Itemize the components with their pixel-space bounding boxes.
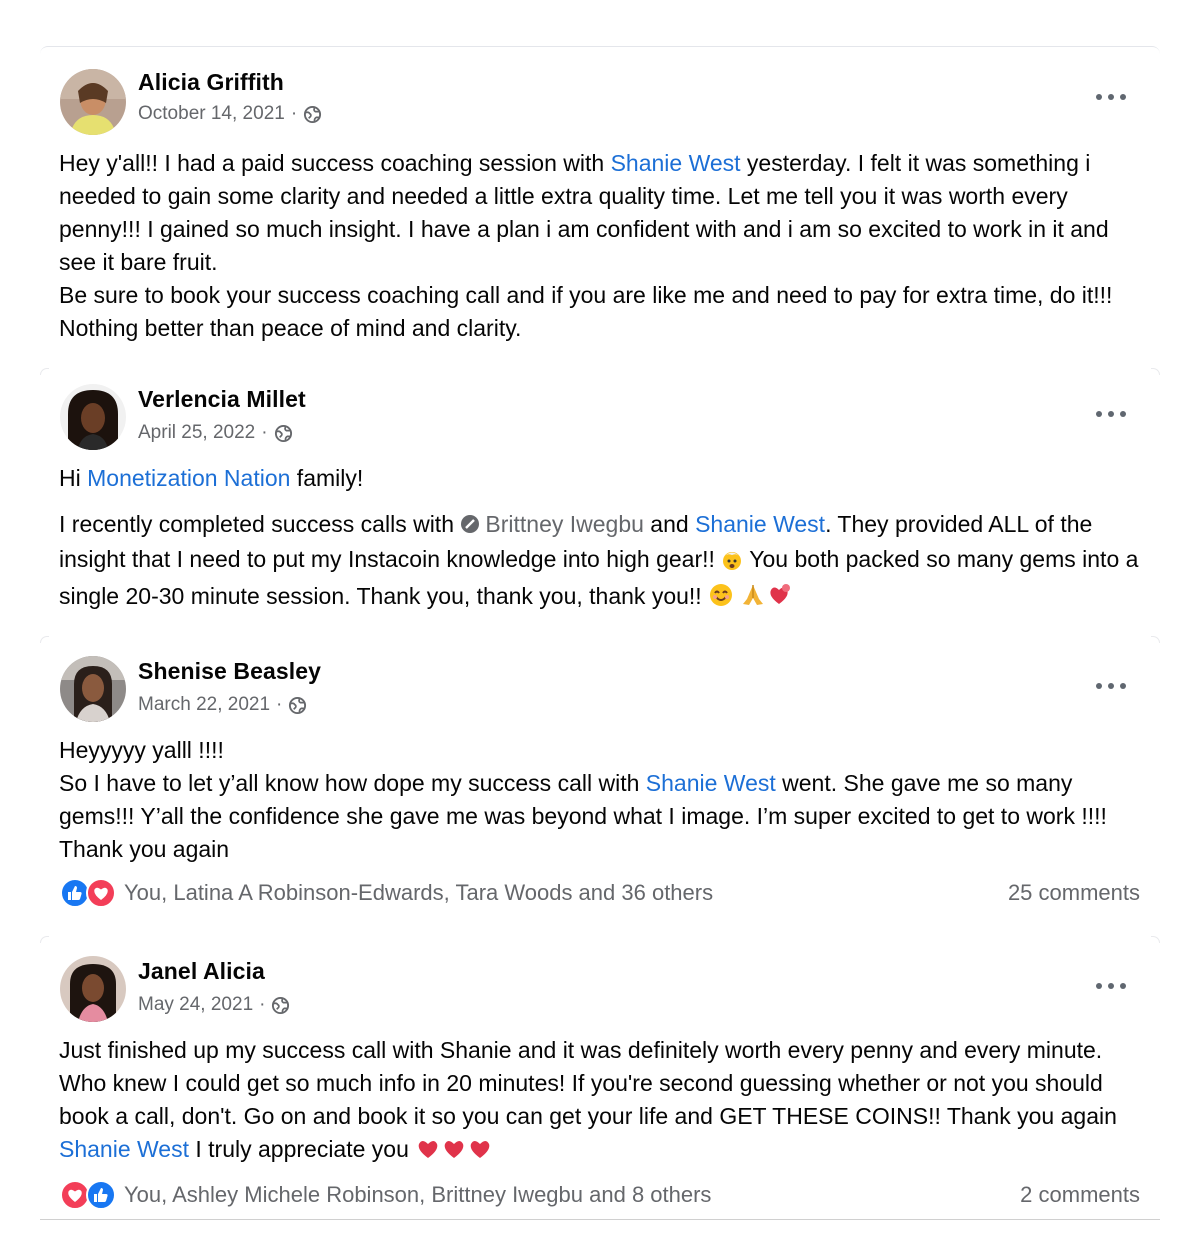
more-options-icon[interactable] [1096, 976, 1126, 996]
author-name[interactable]: Janel Alicia [138, 958, 265, 985]
post-paragraph: I recently completed success calls with … [59, 508, 1144, 617]
post-paragraph: So I have to let y’all know how dope my … [59, 770, 1107, 862]
like-reaction-icon [86, 1180, 116, 1210]
author-name[interactable]: Shenise Beasley [138, 658, 321, 685]
avatar[interactable] [60, 384, 126, 450]
globe-icon[interactable] [274, 424, 293, 443]
post-date[interactable]: March 22, 2021 [138, 694, 270, 716]
exploding-head-emoji-icon [721, 547, 743, 580]
reactions-bar: You, Ashley Michele Robinson, Brittney I… [60, 1178, 1140, 1212]
avatar[interactable] [60, 656, 126, 722]
red-hearts-emoji-icon [415, 1135, 493, 1170]
more-options-icon[interactable] [1096, 87, 1126, 107]
reaction-icons[interactable] [60, 878, 116, 908]
reaction-icons[interactable] [60, 1180, 116, 1210]
post-meta: October 14, 2021 · [138, 103, 322, 125]
post-paragraph: Be sure to book your success coaching ca… [59, 282, 1113, 341]
smiling-face-emoji-icon [708, 582, 734, 617]
globe-icon[interactable] [271, 996, 290, 1015]
avatar[interactable] [60, 69, 126, 135]
globe-icon[interactable] [303, 105, 322, 124]
card-corner [40, 636, 49, 643]
card-corner [1151, 368, 1160, 375]
love-reaction-icon [86, 878, 116, 908]
author-name[interactable]: Verlencia Millet [138, 386, 306, 413]
reactions-summary[interactable]: You, Latina A Robinson-Edwards, Tara Woo… [124, 880, 1008, 906]
globe-icon[interactable] [288, 696, 307, 715]
post-body: Hey y'all!! I had a paid success coachin… [59, 147, 1144, 345]
post-body: Hi Monetization Nation family! I recentl… [59, 462, 1144, 617]
mention-link[interactable]: Brittney Iwegbu [485, 511, 644, 537]
post-card: Janel Alicia May 24, 2021 · Just finishe… [40, 936, 1160, 1220]
author-name[interactable]: Alicia Griffith [138, 69, 284, 96]
card-corner [1151, 936, 1160, 943]
mention-link[interactable]: Shanie West [59, 1136, 189, 1162]
mention-link[interactable]: Shanie West [646, 770, 776, 796]
post-paragraph: Hey y'all!! I had a paid success coachin… [59, 150, 1109, 275]
reactions-bar: You, Latina A Robinson-Edwards, Tara Woo… [60, 876, 1140, 910]
avatar[interactable] [60, 956, 126, 1022]
post-date[interactable]: May 24, 2021 [138, 994, 253, 1016]
more-options-icon[interactable] [1096, 676, 1126, 696]
heart-exclamation-emoji-icon [766, 582, 792, 617]
post-date[interactable]: April 25, 2022 [138, 422, 255, 444]
post-meta: May 24, 2021 · [138, 994, 290, 1016]
post-date[interactable]: October 14, 2021 [138, 103, 285, 125]
post-meta: April 25, 2022 · [138, 422, 293, 444]
post-body: Just finished up my success call with Sh… [59, 1034, 1144, 1170]
folded-hands-emoji-icon [740, 582, 766, 617]
card-corner [1151, 636, 1160, 643]
reactions-summary[interactable]: You, Ashley Michele Robinson, Brittney I… [124, 1182, 1020, 1208]
meta-separator: · [261, 422, 268, 443]
card-corner [40, 936, 49, 943]
comments-count[interactable]: 2 comments [1020, 1182, 1140, 1208]
post-card: Shenise Beasley March 22, 2021 · Heyyyyy… [40, 636, 1160, 936]
post-paragraph: Heyyyyy yalll !!!! [59, 737, 224, 763]
post-meta: March 22, 2021 · [138, 694, 307, 716]
meta-separator: · [259, 994, 266, 1015]
post-card: Alicia Griffith October 14, 2021 · Hey y… [40, 46, 1160, 368]
group-link[interactable]: Monetization Nation [87, 465, 290, 491]
card-corner [40, 368, 49, 375]
mention-link[interactable]: Shanie West [695, 511, 825, 537]
post-paragraph: Just finished up my success call with Sh… [59, 1034, 1144, 1170]
post-card: Verlencia Millet April 25, 2022 · Hi Mon… [40, 368, 1160, 636]
mention-link[interactable]: Shanie West [611, 150, 741, 176]
meta-separator: · [290, 103, 298, 124]
post-body: Heyyyyy yalll !!!! So I have to let y’al… [59, 734, 1144, 866]
more-options-icon[interactable] [1096, 404, 1126, 424]
comments-count[interactable]: 25 comments [1008, 880, 1140, 906]
meta-separator: · [276, 694, 283, 715]
post-paragraph: Hi Monetization Nation family! [59, 465, 364, 491]
verified-badge-icon [460, 510, 480, 543]
